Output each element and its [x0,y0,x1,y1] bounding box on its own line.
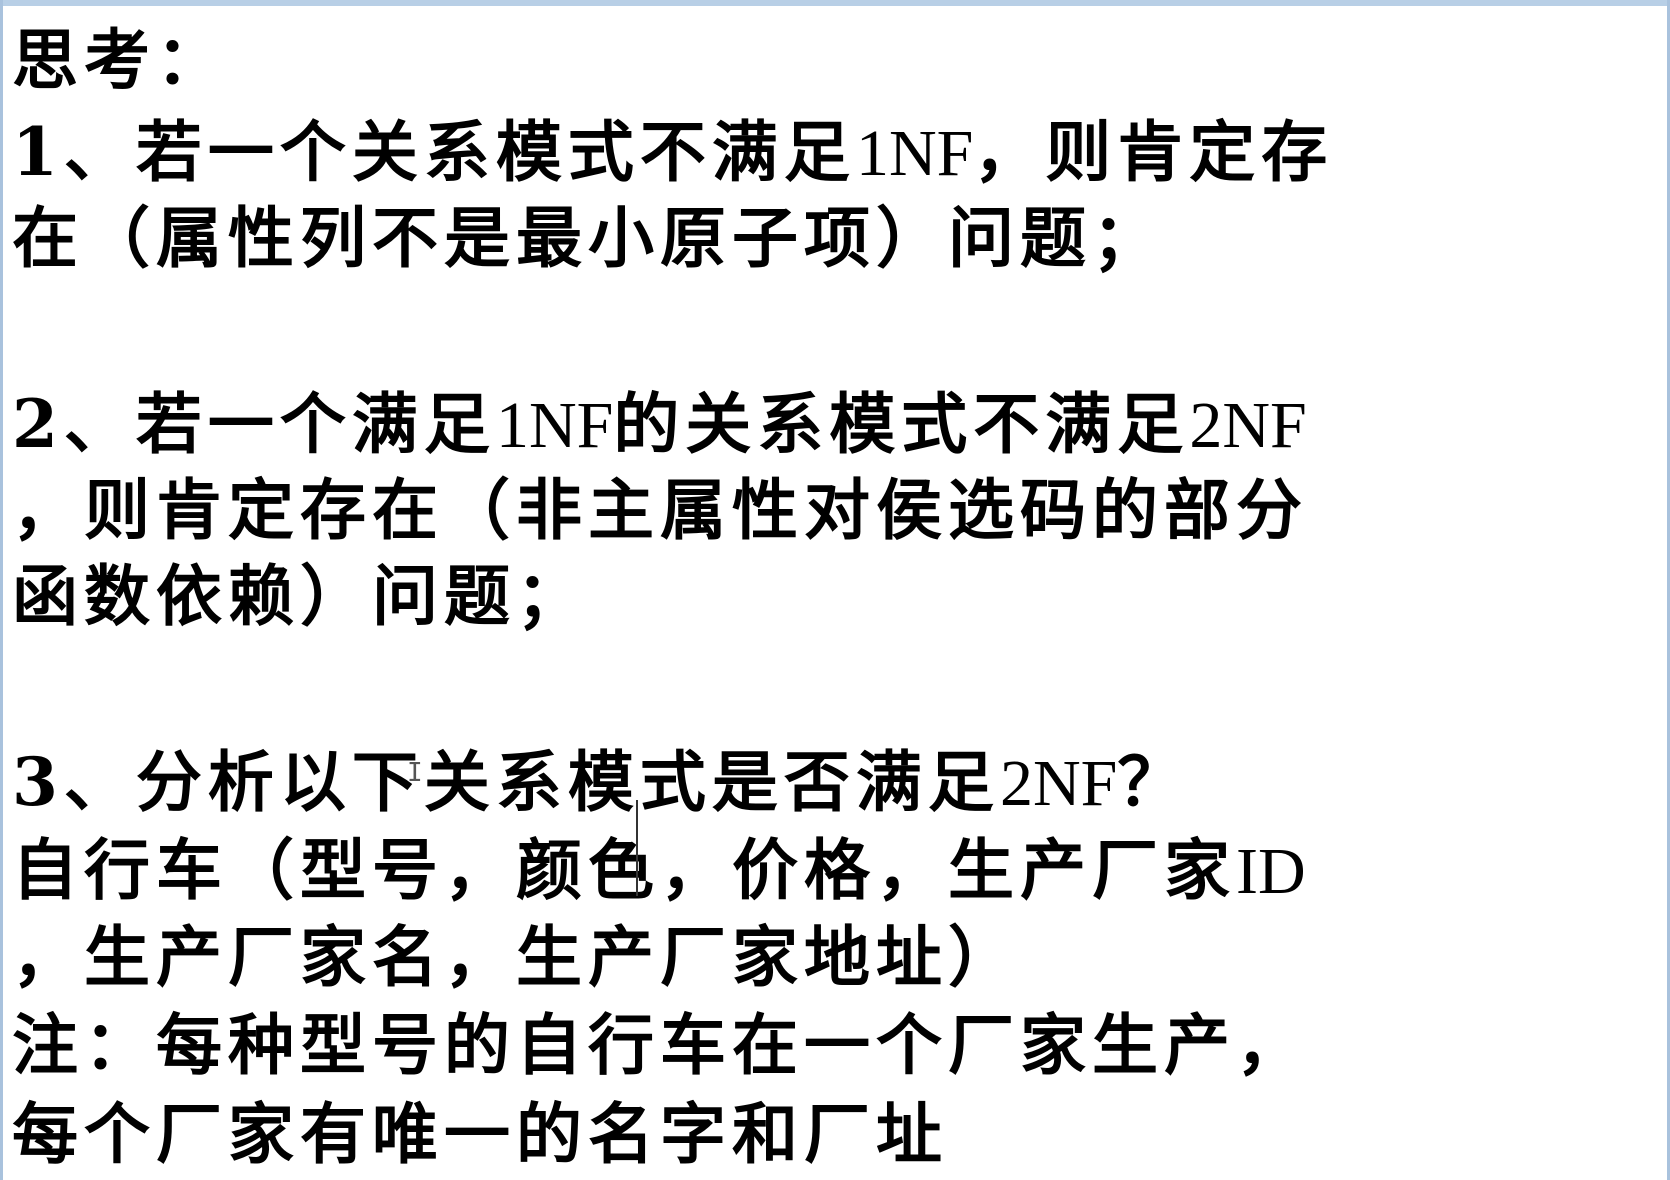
question-2-nf-term-2: 2NF [1189,389,1307,462]
question-2-line-2: ，则肯定存在（非主属性对侯选码的部分 [12,471,1308,549]
mouse-ibeam-cursor-icon: I [407,758,423,788]
question-3-text-b: ？ [1117,743,1190,821]
question-1-line-2: 在（属性列不是最小原子项）问题； [12,199,1164,277]
slide-frame: 思考： 1、若一个关系模式不满足1NF，则肯定存 在（属性列不是最小原子项）问题… [0,0,1670,1180]
question-2-line-1: 2、若一个满足1NF的关系模式不满足2NF [12,382,1307,466]
question-1-line-1: 1、若一个关系模式不满足1NF，则肯定存 [12,110,1333,194]
document-title: 思考： [12,21,228,99]
question-2-nf-term-1: 1NF [495,389,614,462]
note-line-1: 注：每种型号的自行车在一个厂家生产， [12,1006,1308,1084]
question-3-line-3: ，生产厂家名，生产厂家地址） [12,918,1020,996]
window-left-border [0,0,3,1180]
text-caret [636,800,638,896]
question-2-text-a: 2、若一个满足 [12,385,496,463]
question-1-text-a: 1、若一个关系模式不满足 [12,113,856,191]
question-1-text-b: ，则肯定存 [973,113,1334,191]
question-3-nf-term: 2NF [999,747,1118,820]
question-3-line-1: 3、分析以下关系模式是否满足2NF？ [12,740,1189,824]
question-2-text-b: 的关系模式不满足 [613,385,1190,463]
question-3-id-term: ID [1236,835,1306,908]
question-3-relation-text: 自行车（型号，颜色，价格，生产厂家 [12,831,1236,909]
question-1-nf-term: 1NF [855,117,974,190]
question-3-line-2: 自行车（型号，颜色，价格，生产厂家ID [12,828,1306,912]
window-top-border [0,0,1670,6]
question-3-text-a: 3、分析以下关系模式是否满足 [12,743,1000,821]
note-line-2: 每个厂家有唯一的名字和厂址 [12,1095,948,1173]
question-2-line-3: 函数依赖）问题； [12,557,588,635]
